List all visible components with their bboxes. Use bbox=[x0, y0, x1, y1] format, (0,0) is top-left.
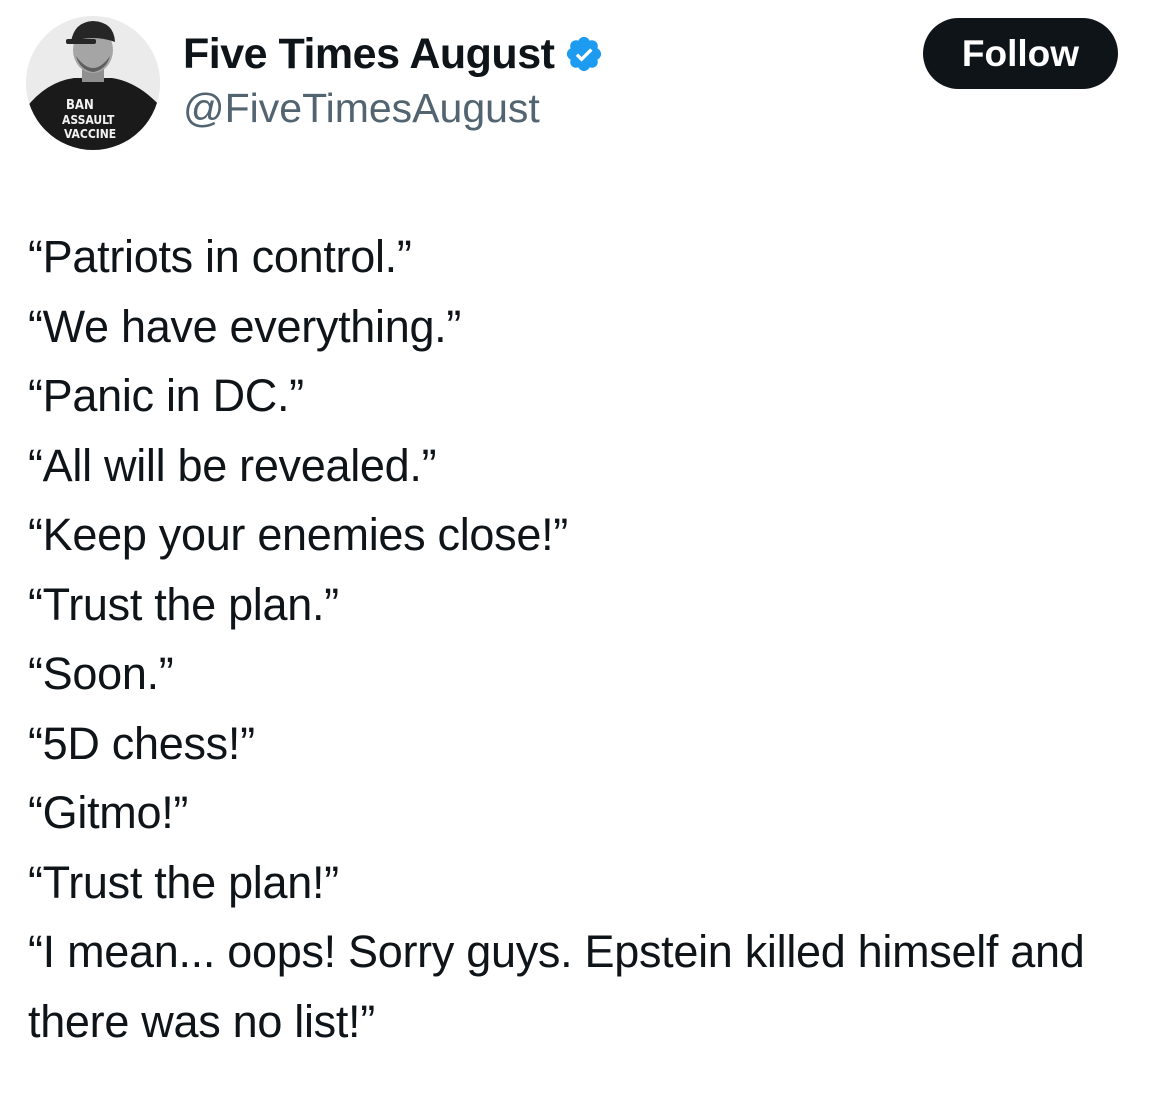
tweet-line: “All will be revealed.” bbox=[28, 439, 437, 491]
tweet-line: “Trust the plan.” bbox=[28, 578, 339, 630]
avatar-shirt-text-3: VACCINE bbox=[64, 127, 116, 141]
author-identity: Five Times August @FiveTimesAugust bbox=[183, 26, 883, 134]
avatar-shirt-text-1: BAN bbox=[66, 98, 94, 113]
tweet-card: BAN ASSAULT VACCINE Five Times August @F… bbox=[0, 0, 1170, 1095]
avatar-photo: BAN ASSAULT VACCINE bbox=[26, 16, 160, 150]
tweet-line: “Keep your enemies close!” bbox=[28, 509, 568, 560]
author-handle[interactable]: @FiveTimesAugust bbox=[183, 82, 883, 134]
tweet-line: “Trust the plan!” bbox=[28, 856, 339, 908]
tweet-line: “5D chess!” bbox=[28, 717, 255, 769]
display-name[interactable]: Five Times August bbox=[183, 26, 555, 82]
tweet-text: “Patriots in control.” “We have everythi… bbox=[28, 222, 1153, 1056]
tweet-line: “I mean... oops! Sorry guys. Epstein kil… bbox=[28, 926, 1085, 1047]
avatar[interactable]: BAN ASSAULT VACCINE bbox=[26, 16, 160, 150]
tweet-line: “Patriots in control.” bbox=[28, 231, 412, 282]
name-row: Five Times August bbox=[183, 26, 883, 82]
tweet-line: “Panic in DC.” bbox=[28, 370, 304, 421]
avatar-shirt-text-2: ASSAULT bbox=[62, 113, 115, 127]
tweet-line: “We have everything.” bbox=[28, 300, 462, 352]
tweet-line: “Gitmo!” bbox=[28, 787, 189, 838]
follow-button[interactable]: Follow bbox=[923, 18, 1118, 89]
tweet-header: BAN ASSAULT VACCINE Five Times August @F… bbox=[0, 0, 1170, 170]
verified-badge-icon[interactable] bbox=[564, 34, 604, 74]
tweet-line: “Soon.” bbox=[28, 648, 174, 699]
